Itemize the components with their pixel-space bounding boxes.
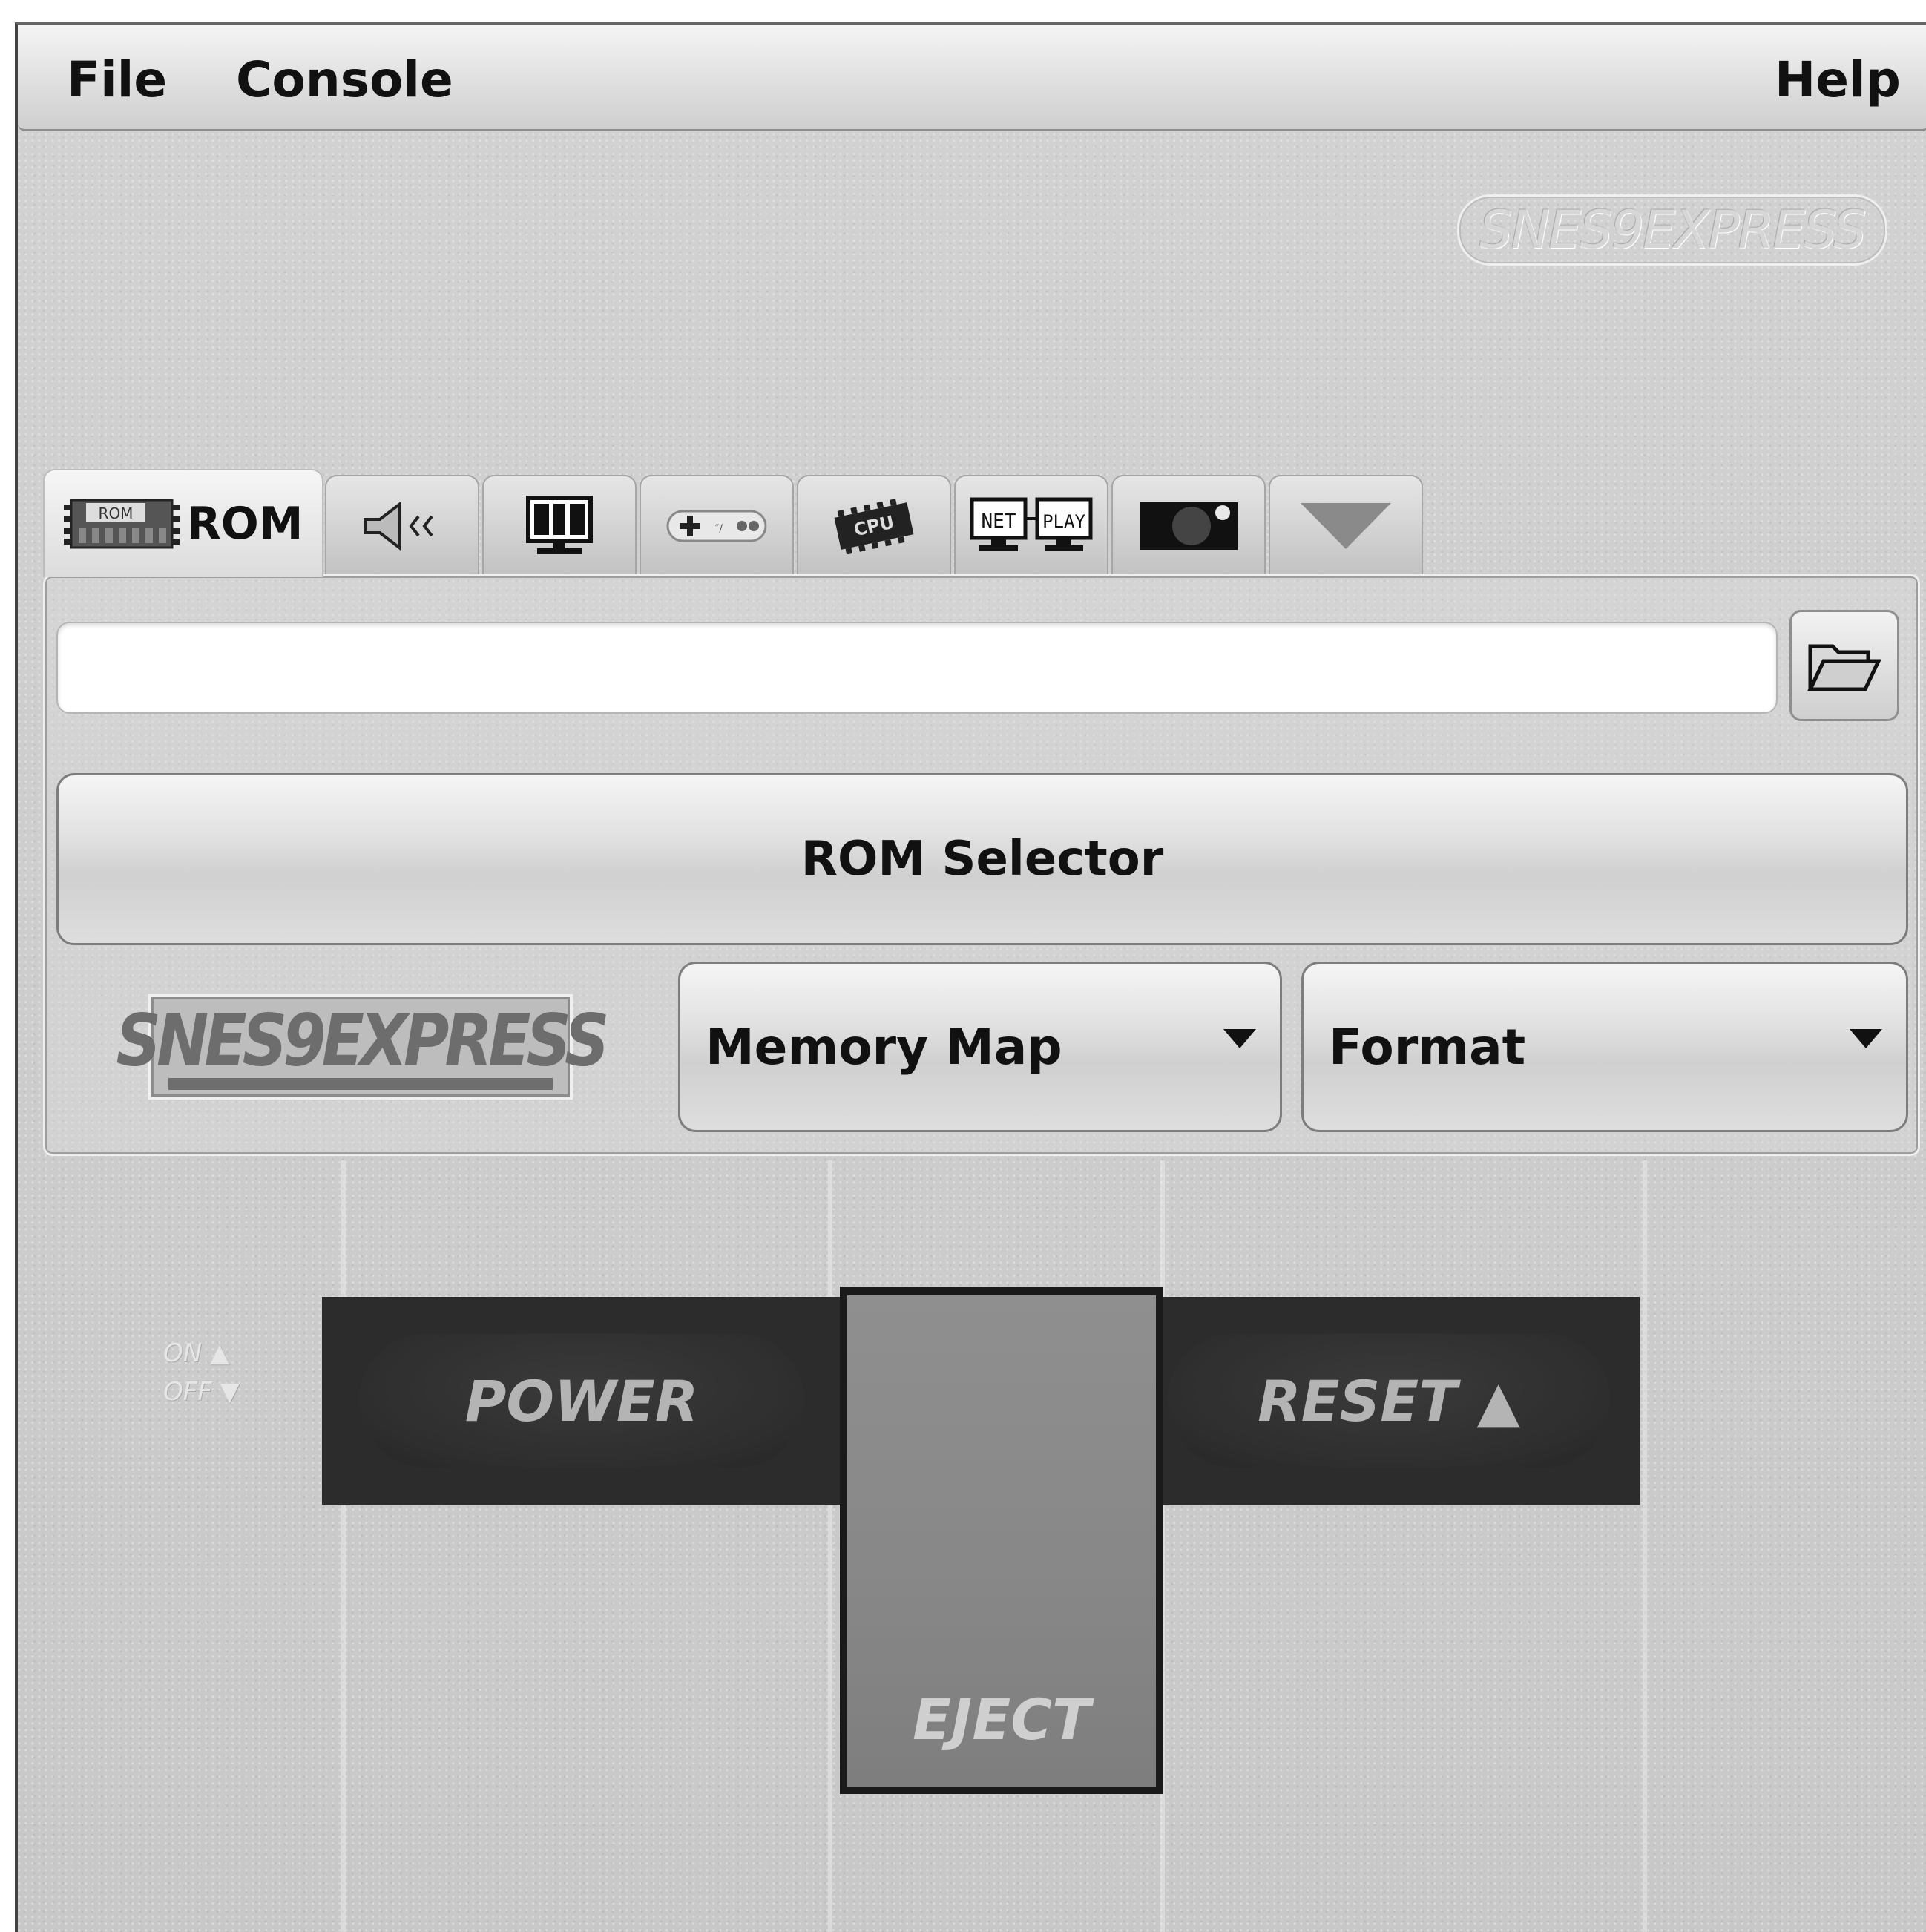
format-label: Format: [1329, 1018, 1526, 1076]
reset-switch-track: RESET ▲: [1129, 1297, 1640, 1505]
tab-snapshot[interactable]: [1111, 475, 1266, 576]
power-label: POWER: [464, 1367, 699, 1434]
eject-label: EJECT: [913, 1686, 1091, 1752]
speaker-icon: [364, 501, 433, 551]
snes9express-logo: SNES9EXPRESS: [116, 994, 609, 1100]
camera-icon: [1140, 502, 1238, 550]
menu-bar: File Console Help: [18, 25, 1926, 131]
off-label: OFF ▼: [163, 1377, 240, 1407]
menu-help[interactable]: Help: [1775, 51, 1901, 108]
rom-selector-label: ROM Selector: [801, 832, 1164, 887]
svg-text:ROM: ROM: [98, 505, 133, 522]
tab-sound[interactable]: [325, 475, 479, 576]
console-ridge: [1643, 1160, 1647, 1932]
tab-cpu[interactable]: CPU: [797, 475, 951, 576]
eject-button[interactable]: EJECT: [847, 1295, 1156, 1787]
power-button[interactable]: POWER: [359, 1334, 804, 1468]
snes9express-logo-top: SNES9EXPRESS: [1457, 194, 1887, 266]
on-label: ON ▲: [163, 1338, 230, 1368]
tab-more[interactable]: [1269, 475, 1423, 576]
svg-text:″/: ″/: [715, 523, 723, 535]
gamepad-icon: ″/: [666, 510, 767, 542]
svg-text:PLAY: PLAY: [1042, 511, 1085, 532]
tab-rom-label: ROM: [186, 498, 303, 550]
menu-file[interactable]: File: [67, 51, 167, 108]
svg-text:NET: NET: [982, 510, 1016, 533]
snes9express-logo-text: SNES9EXPRESS: [116, 998, 610, 1082]
reset-button[interactable]: RESET ▲: [1168, 1334, 1610, 1468]
chevron-down-icon: [1223, 1029, 1256, 1048]
tab-controllers[interactable]: ″/: [640, 475, 794, 576]
format-dropdown[interactable]: Format: [1301, 962, 1908, 1132]
memory-map-label: Memory Map: [706, 1018, 1062, 1076]
memory-map-dropdown[interactable]: Memory Map: [678, 962, 1282, 1132]
cpu-icon: CPU: [834, 499, 914, 554]
console-ridge: [341, 1160, 346, 1932]
rom-selector-button[interactable]: ROM Selector: [56, 773, 1908, 945]
chevron-down-icon: [1850, 1029, 1882, 1048]
tab-display[interactable]: [482, 475, 637, 576]
browse-button[interactable]: [1789, 610, 1899, 721]
folder-icon: [1807, 644, 1881, 691]
menu-console[interactable]: Console: [236, 51, 453, 108]
app-window: File Console Help SNES9EXPRESS ROM ROM ″…: [15, 22, 1926, 1932]
netplay-icon: NET PLAY: [970, 497, 1093, 551]
tab-rom[interactable]: ROM ROM: [43, 469, 323, 577]
console-ridge: [828, 1160, 832, 1932]
rom-path-input[interactable]: [56, 622, 1778, 714]
monitor-icon: [526, 496, 593, 554]
power-indicator-label: ON ▲ OFF ▼: [163, 1334, 240, 1411]
power-switch-track: POWER: [322, 1297, 864, 1505]
tab-netplay[interactable]: NET PLAY: [954, 475, 1108, 576]
reset-label: RESET ▲: [1258, 1367, 1520, 1434]
more-arrow-icon: [1301, 503, 1391, 549]
rom-chip-icon: ROM: [63, 499, 180, 549]
